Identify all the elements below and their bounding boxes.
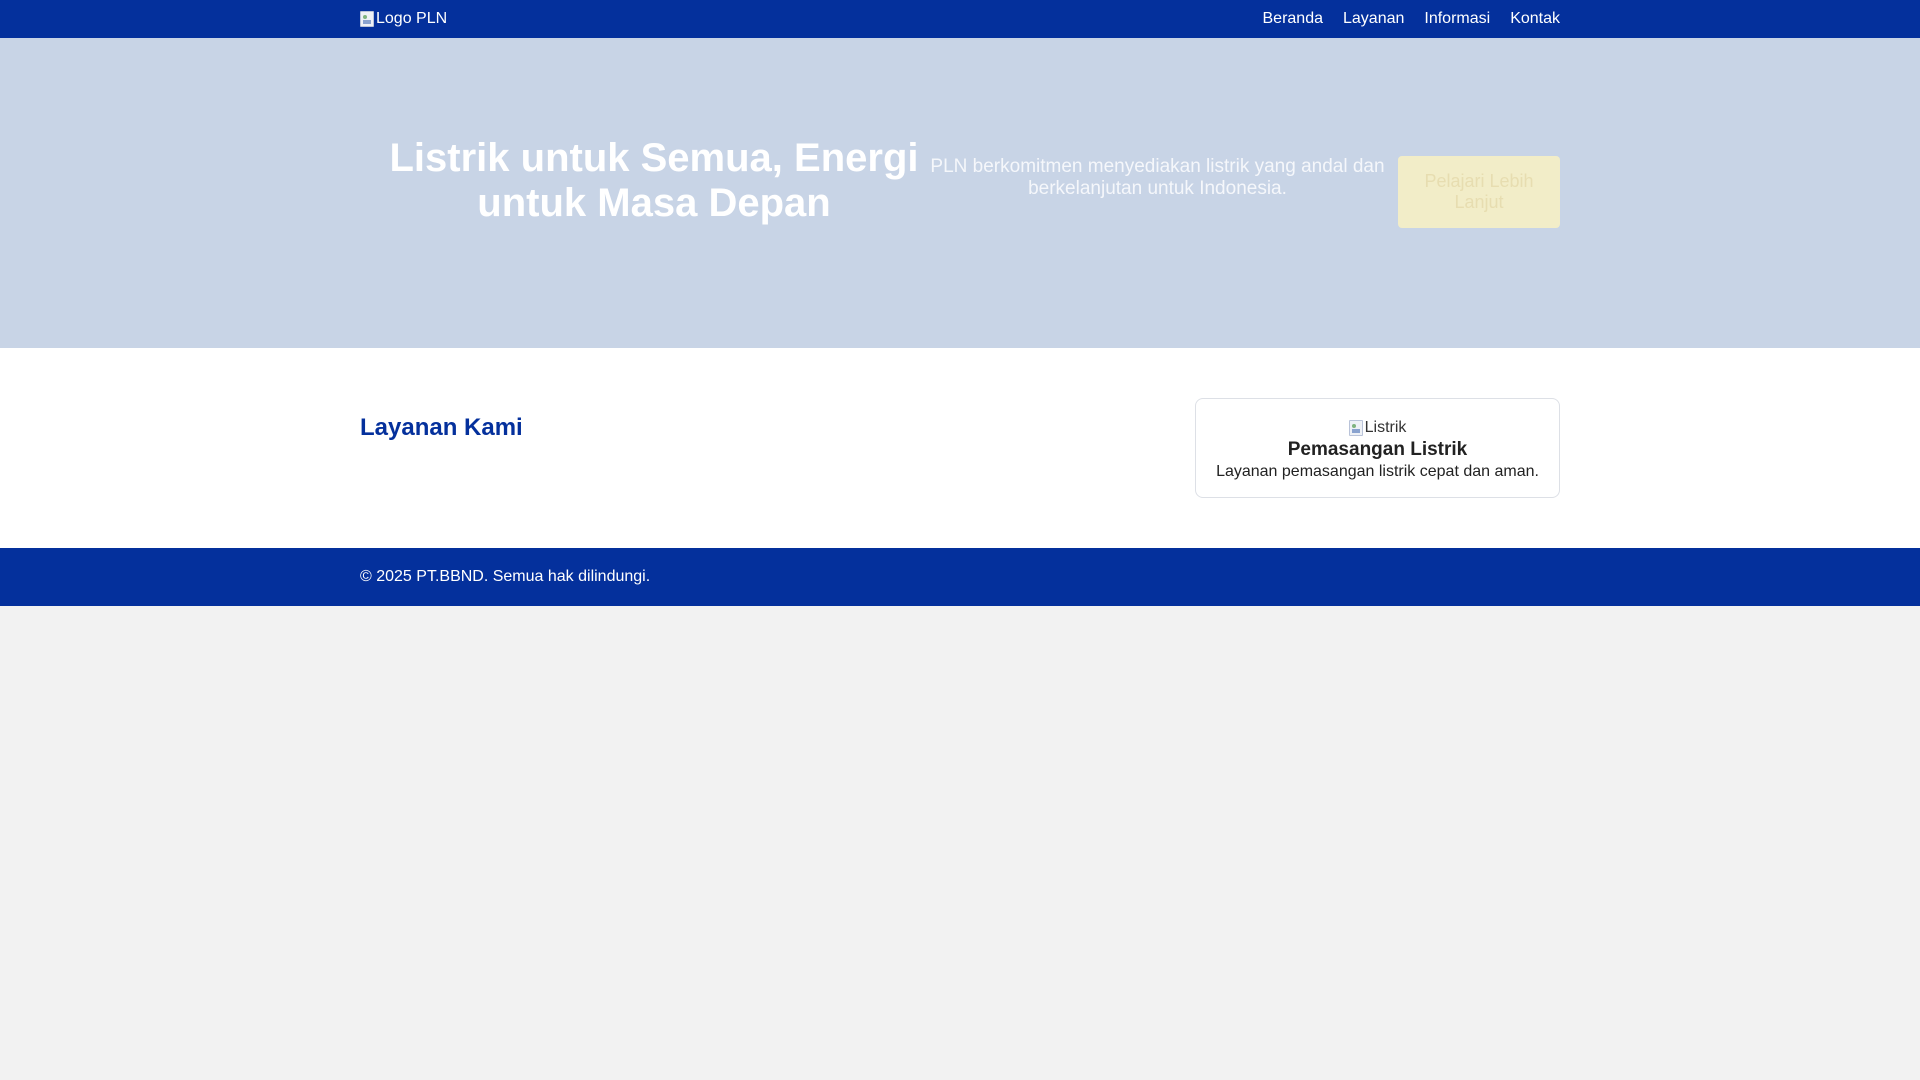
hero-description: PLN berkomitmen menyediakan listrik yang… (930, 156, 1385, 199)
nav-link-kontak[interactable]: Kontak (1510, 10, 1560, 27)
broken-image-icon (360, 11, 374, 27)
services-section: Layanan Kami Listrik Pemasangan Listrik … (0, 348, 1920, 548)
nav-link-beranda[interactable]: Beranda (1263, 10, 1324, 27)
broken-image-icon (1348, 420, 1363, 436)
footer-copyright: © 2025 PT.BBND. Semua hak dilindungi. (360, 568, 651, 585)
nav-link-informasi[interactable]: Informasi (1424, 10, 1490, 27)
learn-more-button[interactable]: Pelajari Lebih Lanjut (1398, 156, 1560, 228)
main-nav: Beranda Layanan Informasi Kontak (1263, 10, 1561, 28)
logo-link[interactable]: Logo PLN (360, 0, 447, 38)
hero-section: Listrik untuk Semua, Energi untuk Masa D… (0, 38, 1920, 348)
nav-link-layanan[interactable]: Layanan (1343, 10, 1404, 27)
service-card-title: Pemasangan Listrik (1287, 439, 1468, 460)
service-card-description: Layanan pemasangan listrik cepat dan ama… (1216, 463, 1539, 480)
services-title: Layanan Kami (360, 414, 523, 441)
service-card[interactable]: Listrik Pemasangan Listrik Layanan pemas… (1195, 398, 1560, 498)
hero-title: Listrik untuk Semua, Energi untuk Masa D… (389, 136, 919, 225)
service-card-image: Listrik (1196, 419, 1559, 437)
service-card-image-alt: Listrik (1364, 419, 1407, 436)
footer: © 2025 PT.BBND. Semua hak dilindungi. (0, 548, 1920, 606)
logo-alt-text: Logo PLN (376, 10, 448, 27)
top-navbar: Logo PLN Beranda Layanan Informasi Konta… (0, 0, 1920, 38)
